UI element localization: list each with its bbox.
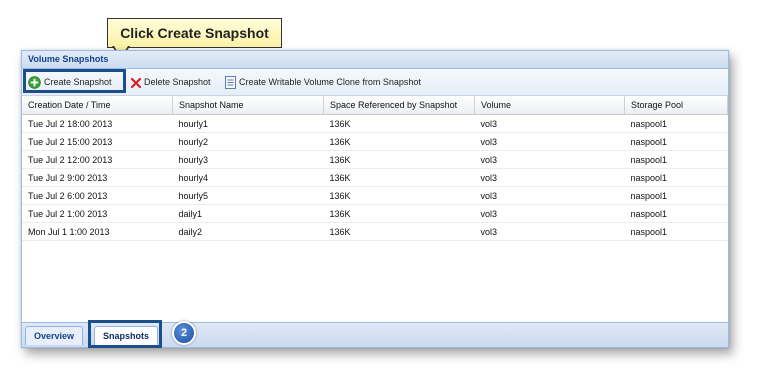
create-clone-label: Create Writable Volume Clone from Snapsh… (239, 77, 421, 87)
cell-snapshot-name: hourly5 (172, 186, 324, 205)
volume-snapshots-panel: Volume Snapshots Create Snapshot Delete … (21, 50, 729, 348)
cell-space: 136K (323, 222, 475, 241)
delete-snapshot-label: Delete Snapshot (144, 77, 211, 87)
cell-storage-pool: naspool1 (624, 222, 728, 241)
create-clone-button[interactable]: Create Writable Volume Clone from Snapsh… (225, 75, 421, 91)
cell-volume: vol3 (474, 222, 625, 241)
cell-snapshot-name: hourly3 (172, 150, 324, 169)
cell-volume: vol3 (474, 150, 625, 169)
cell-space: 136K (323, 114, 475, 133)
table-row[interactable]: Tue Jul 2 9:00 2013 hourly4 136K vol3 na… (22, 168, 728, 187)
cell-snapshot-name: daily1 (172, 204, 324, 223)
cell-space: 136K (323, 150, 475, 169)
cell-storage-pool: naspool1 (624, 168, 728, 187)
document-icon (225, 76, 236, 90)
table-row[interactable]: Tue Jul 2 1:00 2013 daily1 136K vol3 nas… (22, 204, 728, 223)
cell-volume: vol3 (474, 168, 625, 187)
cell-storage-pool: naspool1 (624, 150, 728, 169)
panel-title: Volume Snapshots (28, 54, 109, 64)
snapshot-toolbar: Create Snapshot Delete Snapshot Create W… (22, 69, 728, 96)
panel-header: Volume Snapshots (22, 51, 728, 69)
cell-volume: vol3 (474, 186, 625, 205)
cell-space: 136K (323, 132, 475, 151)
table-row[interactable]: Tue Jul 2 12:00 2013 hourly3 136K vol3 n… (22, 150, 728, 169)
cell-snapshot-name: hourly2 (172, 132, 324, 151)
red-x-icon (131, 77, 141, 88)
cell-creation-date: Mon Jul 1 1:00 2013 (22, 222, 173, 241)
table-row[interactable]: Mon Jul 1 1:00 2013 daily2 136K vol3 nas… (22, 222, 728, 241)
table-row[interactable]: Tue Jul 2 15:00 2013 hourly2 136K vol3 n… (22, 132, 728, 151)
cell-storage-pool: naspool1 (624, 114, 728, 133)
tab-overview[interactable]: Overview (25, 326, 84, 345)
delete-snapshot-button[interactable]: Delete Snapshot (131, 75, 211, 91)
cell-storage-pool: naspool1 (624, 204, 728, 223)
cell-volume: vol3 (474, 204, 625, 223)
cell-creation-date: Tue Jul 2 12:00 2013 (22, 150, 173, 169)
column-header-space-referenced[interactable]: Space Referenced by Snapshot (323, 96, 475, 115)
cell-creation-date: Tue Jul 2 6:00 2013 (22, 186, 173, 205)
table-header-row: Creation Date / Time Snapshot Name Space… (22, 96, 728, 115)
callout-click-create-snapshot: Click Create Snapshot (107, 18, 282, 48)
snapshots-table: Creation Date / Time Snapshot Name Space… (22, 96, 728, 241)
cell-creation-date: Tue Jul 2 15:00 2013 (22, 132, 173, 151)
highlight-snapshots-tab (88, 320, 162, 348)
cell-creation-date: Tue Jul 2 1:00 2013 (22, 204, 173, 223)
column-header-storage-pool[interactable]: Storage Pool (624, 96, 728, 115)
cell-snapshot-name: daily2 (172, 222, 324, 241)
column-header-creation-date[interactable]: Creation Date / Time (22, 96, 173, 115)
cell-creation-date: Tue Jul 2 9:00 2013 (22, 168, 173, 187)
cell-space: 136K (323, 204, 475, 223)
column-header-snapshot-name[interactable]: Snapshot Name (172, 96, 324, 115)
table-row[interactable]: Tue Jul 2 18:00 2013 hourly1 136K vol3 n… (22, 114, 728, 133)
cell-space: 136K (323, 168, 475, 187)
cell-volume: vol3 (474, 114, 625, 133)
cell-snapshot-name: hourly4 (172, 168, 324, 187)
cell-storage-pool: naspool1 (624, 186, 728, 205)
column-header-volume[interactable]: Volume (474, 96, 625, 115)
highlight-create-snapshot (23, 69, 126, 93)
cell-creation-date: Tue Jul 2 18:00 2013 (22, 114, 173, 133)
cell-volume: vol3 (474, 132, 625, 151)
table-row[interactable]: Tue Jul 2 6:00 2013 hourly5 136K vol3 na… (22, 186, 728, 205)
step-number-badge: 2 (172, 321, 196, 345)
cell-storage-pool: naspool1 (624, 132, 728, 151)
cell-snapshot-name: hourly1 (172, 114, 324, 133)
cell-space: 136K (323, 186, 475, 205)
